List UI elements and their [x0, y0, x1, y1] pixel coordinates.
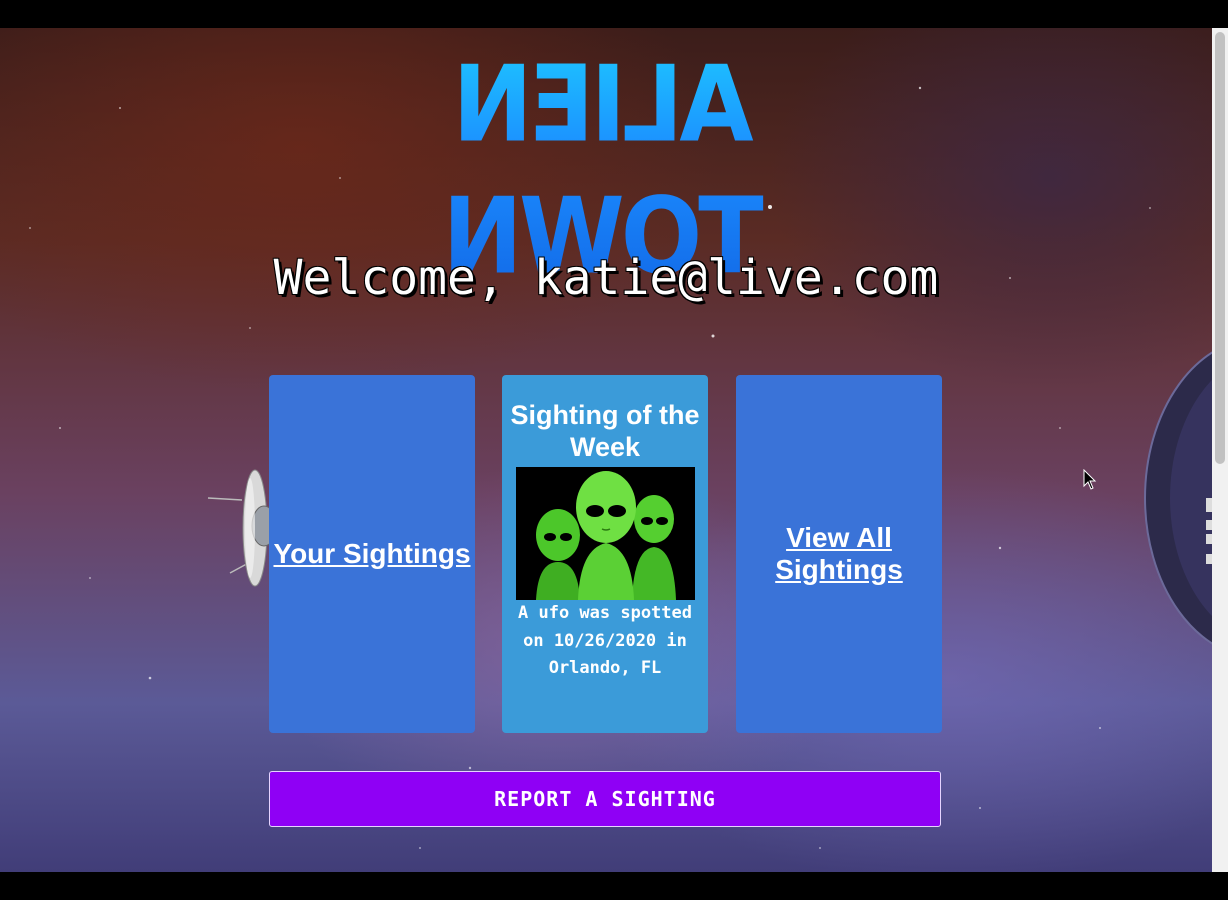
sighting-of-week-card: Sighting of the Week A ufo was spotted o… [502, 375, 708, 733]
your-sightings-link[interactable]: Your Sightings [273, 538, 470, 570]
scrollbar-thumb[interactable] [1215, 32, 1225, 464]
your-sightings-card[interactable]: Your Sightings [269, 375, 475, 733]
welcome-heading: Welcome, katie@live.com [273, 250, 939, 306]
sighting-of-week-caption: A ufo was spotted on 10/26/2020 in Orlan… [518, 603, 692, 678]
sighting-of-week-title: Sighting of the Week [510, 400, 700, 462]
planet-icon [1140, 328, 1212, 668]
bottom-bar [0, 872, 1228, 900]
alien-image [516, 467, 695, 600]
site-logo[interactable]: ALIEN TOWN [440, 40, 770, 297]
top-bar [0, 0, 1228, 28]
view-all-sightings-link[interactable]: View All Sightings [736, 522, 942, 586]
page-viewport: ALIEN TOWN Welcome, katie@live.com Your … [0, 28, 1212, 872]
report-sighting-button[interactable]: REPORT A SIGHTING [269, 771, 941, 827]
mouse-cursor-icon [1083, 468, 1097, 491]
vertical-scrollbar[interactable] [1212, 28, 1228, 872]
view-all-sightings-card[interactable]: View All Sightings [736, 375, 942, 733]
